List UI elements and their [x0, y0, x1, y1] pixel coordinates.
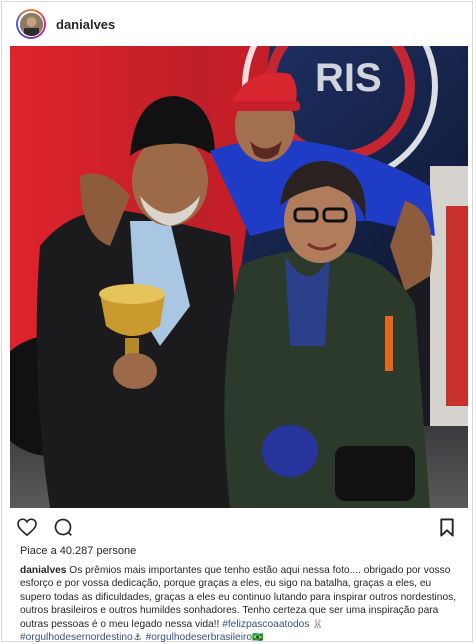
post-username[interactable]: danialves [56, 17, 115, 32]
save-button[interactable] [434, 514, 460, 540]
like-button[interactable] [14, 514, 40, 540]
svg-text:RIS: RIS [315, 56, 382, 100]
post-caption: danialves Os prêmios mais importantes qu… [20, 564, 460, 644]
post-actions-bar [2, 512, 472, 542]
hashtag-orgulhodesernordestino[interactable]: #orgulhodesernordestino [20, 632, 133, 643]
brazil-flag-emoji-icon: 🇧🇷 [252, 632, 264, 643]
post-photo[interactable]: RIS [10, 46, 468, 508]
hashtag-felizpascoaatodos[interactable]: #felizpascoaatodos [222, 619, 309, 630]
instagram-post: danialves RIS Piace a 40.287 persone dan… [1, 1, 473, 644]
hashtag-orgulhodeserbrasileiro[interactable]: #orgulhodeserbrasileiro [146, 632, 252, 643]
post-header: danialves [2, 2, 472, 46]
caption-username[interactable]: danialves [20, 565, 66, 576]
anchor-emoji-icon: ⚓ [133, 632, 142, 643]
avatar[interactable] [16, 9, 46, 39]
likes-count[interactable]: Piace a 40.287 persone [20, 545, 136, 557]
heart-icon [17, 518, 37, 536]
avatar-image [19, 12, 43, 36]
comment-button[interactable] [50, 514, 76, 540]
comment-icon [54, 518, 72, 536]
rabbit-emoji-icon: 🐰 [312, 618, 324, 629]
bookmark-icon [440, 517, 454, 537]
